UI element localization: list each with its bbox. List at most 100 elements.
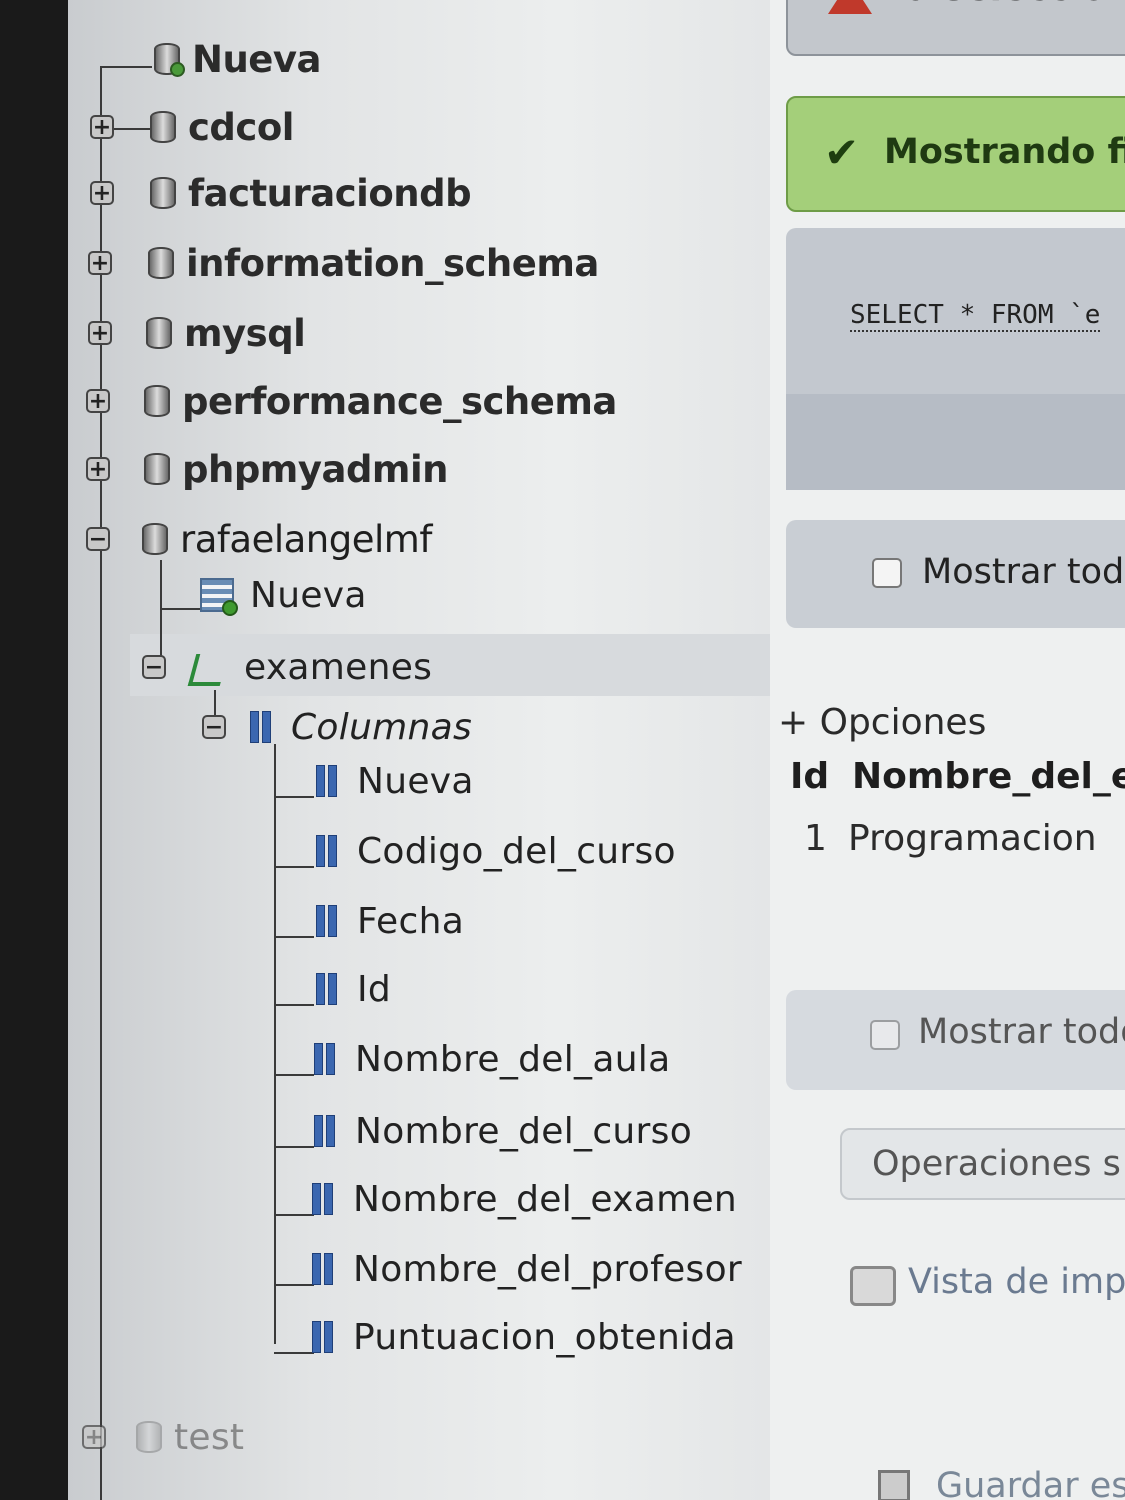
database-icon (136, 1421, 162, 1453)
database-icon (144, 453, 170, 485)
database-icon (146, 317, 172, 349)
warning-message: La selección a (786, 0, 1125, 56)
database-icon (150, 177, 176, 209)
column-icon (312, 1321, 333, 1353)
db-label: cdcol (188, 105, 294, 149)
columns-group-label: Columnas (291, 706, 473, 748)
show-all-checkbox[interactable] (872, 558, 902, 588)
success-message: ✔ Mostrando filas (786, 96, 1125, 212)
check-icon: ✔ (824, 128, 860, 177)
sql-query-box: SELECT * FROM `e (786, 228, 1125, 490)
warning-text: La selección a (884, 0, 1125, 9)
new-table-icon (200, 578, 238, 616)
main-content-panel: La selección a ✔ Mostrando filas SELECT … (770, 0, 1125, 1500)
database-icon (142, 523, 168, 555)
db-item-mysql[interactable]: + mysql (88, 308, 306, 358)
column-icon (312, 1183, 333, 1215)
sql-query-text[interactable]: SELECT * FROM `e (850, 300, 1101, 332)
navigation-panel: Nueva + cdcol + facturaciondb + informat… (68, 0, 770, 1500)
database-icon (150, 111, 176, 143)
column-item[interactable]: Puntuacion_obtenida (312, 1312, 736, 1362)
db-label: information_schema (186, 241, 599, 285)
column-icon (314, 1043, 335, 1075)
column-item[interactable]: Nombre_del_examen (312, 1174, 737, 1224)
column-label: Puntuacion_obtenida (353, 1316, 736, 1358)
column-item[interactable]: Codigo_del_curso (316, 826, 676, 876)
db-label: phpmyadmin (182, 447, 449, 491)
db-label: test (174, 1416, 245, 1458)
expand-icon[interactable]: + (90, 115, 114, 139)
results-cell-name: Programacion (848, 818, 1097, 859)
sql-options-bar (786, 394, 1125, 490)
save-icon (878, 1470, 910, 1500)
collapse-icon[interactable]: − (202, 715, 226, 739)
expand-icon[interactable]: + (86, 389, 110, 413)
column-icon (314, 1115, 335, 1147)
column-label: Nombre_del_profesor (353, 1248, 743, 1290)
db-new[interactable]: Nueva (154, 34, 322, 84)
db-label: facturaciondb (188, 171, 472, 215)
column-icon (316, 835, 337, 867)
column-label: Nombre_del_curso (355, 1110, 693, 1152)
db-item-performance-schema[interactable]: + performance_schema (86, 376, 617, 426)
results-header-id[interactable]: Id (790, 756, 829, 797)
column-item[interactable]: Nombre_del_curso (314, 1106, 692, 1156)
column-item[interactable]: Nombre_del_aula (314, 1034, 670, 1084)
expand-icon[interactable]: + (88, 321, 112, 345)
columns-group[interactable]: − Columnas (202, 702, 472, 752)
show-all-label: Mostrar todo (922, 552, 1125, 592)
operations-title: Operaciones s (872, 1144, 1121, 1184)
options-link[interactable]: + Opciones (778, 702, 986, 743)
column-label: Nombre_del_examen (353, 1178, 738, 1220)
new-table-label: Nueva (250, 574, 367, 616)
query-operations-box: Operaciones s (840, 1128, 1125, 1200)
collapse-icon[interactable]: − (86, 527, 110, 551)
success-text: Mostrando filas (884, 132, 1125, 172)
expand-icon[interactable]: + (82, 1425, 106, 1449)
column-label: Fecha (357, 900, 465, 942)
column-label: Nueva (357, 760, 474, 802)
show-all-bar-bottom: Mostrar todo (786, 990, 1125, 1090)
column-item-new[interactable]: Nueva (316, 756, 474, 806)
column-icon (316, 973, 337, 1005)
show-all-bar: Mostrar todo (786, 520, 1125, 628)
column-label: Nombre_del_aula (355, 1038, 671, 1080)
db-item-facturaciondb[interactable]: + facturaciondb (90, 168, 472, 218)
new-column-icon (316, 765, 337, 797)
db-item-cdcol[interactable]: + cdcol (90, 102, 294, 152)
expand-icon[interactable]: + (88, 251, 112, 275)
column-item[interactable]: Fecha (316, 896, 464, 946)
new-table-item[interactable]: Nueva (200, 570, 367, 620)
table-label: examenes (244, 646, 433, 688)
database-icon (148, 247, 174, 279)
table-item-examenes[interactable]: − examenes (142, 642, 432, 692)
column-label: Id (357, 968, 392, 1010)
results-header-name[interactable]: Nombre_del_e (852, 756, 1125, 797)
results-cell-id: 1 (804, 818, 827, 859)
db-label: mysql (184, 311, 306, 355)
collapse-icon[interactable]: − (142, 655, 166, 679)
db-item-information-schema[interactable]: + information_schema (88, 238, 599, 288)
expand-icon[interactable]: + (90, 181, 114, 205)
expand-icon[interactable]: + (86, 457, 110, 481)
print-view-link[interactable]: Vista de impr (908, 1262, 1125, 1302)
warning-icon (828, 0, 872, 14)
column-label: Codigo_del_curso (357, 830, 676, 872)
db-label: rafaelangelmf (180, 517, 432, 561)
print-icon (850, 1266, 896, 1306)
show-all-checkbox[interactable] (870, 1020, 900, 1050)
show-all-label: Mostrar todo (918, 1012, 1125, 1052)
save-link[interactable]: Guardar es (936, 1466, 1125, 1500)
column-item[interactable]: Id (316, 964, 391, 1014)
column-icon (312, 1253, 333, 1285)
database-icon (144, 385, 170, 417)
db-label: performance_schema (182, 379, 617, 423)
table-structure-icon (184, 648, 228, 686)
db-item-rafaelangelmf[interactable]: − rafaelangelmf (86, 514, 432, 564)
db-item-phpmyadmin[interactable]: + phpmyadmin (86, 444, 449, 494)
column-icon (316, 905, 337, 937)
db-new-label: Nueva (192, 37, 322, 81)
columns-icon (250, 711, 271, 743)
column-item[interactable]: Nombre_del_profesor (312, 1244, 742, 1294)
db-item-test[interactable]: + test (82, 1412, 244, 1462)
